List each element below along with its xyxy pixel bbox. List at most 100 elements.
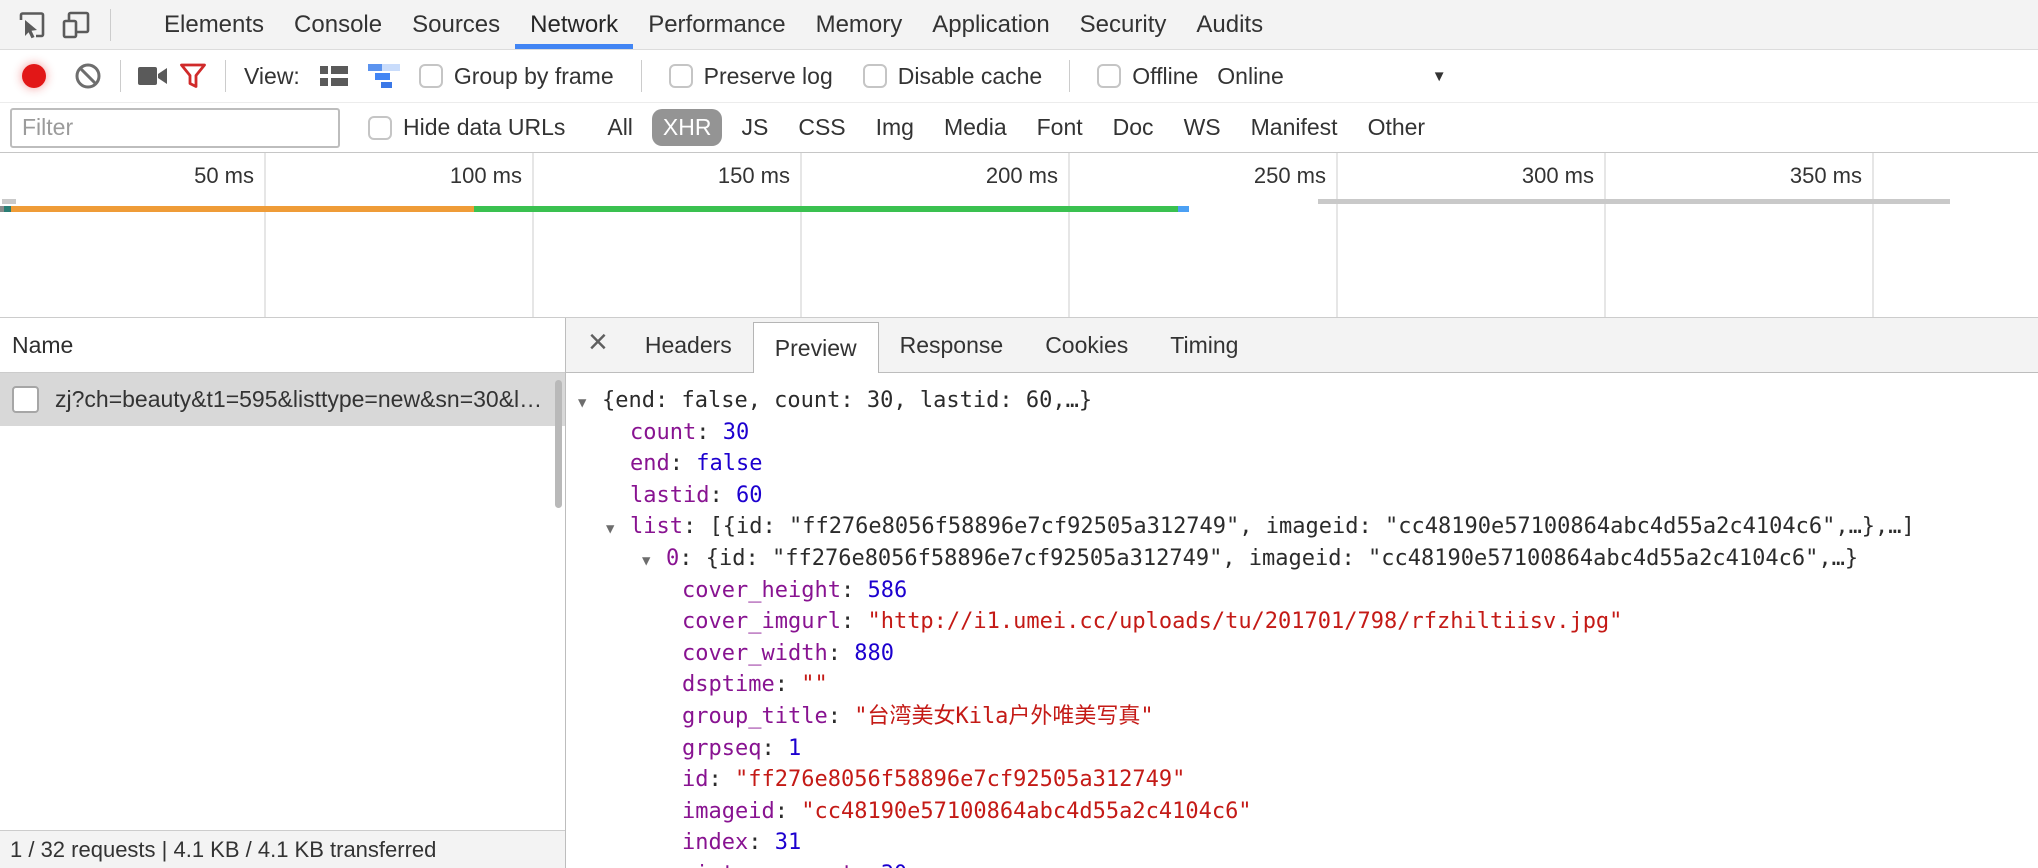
json-value: false: [696, 451, 762, 476]
tree-row-0[interactable]: ▼0: {id: "ff276e8056f58896e7cf92505a3127…: [566, 543, 2038, 575]
tab-security[interactable]: Security: [1065, 0, 1182, 49]
expander-icon[interactable]: ▼: [642, 546, 666, 578]
filter-type-css[interactable]: CSS: [787, 109, 856, 146]
detail-tabs: × HeadersPreviewResponseCookiesTiming: [566, 318, 2038, 373]
ruler-label: 350 ms: [1790, 163, 1872, 189]
preserve-log-toggle[interactable]: Preserve log: [669, 63, 833, 90]
json-key: grpseq: [682, 736, 761, 761]
tab-performance[interactable]: Performance: [633, 0, 800, 49]
offline-toggle[interactable]: Offline: [1097, 63, 1198, 90]
tree-row-picture-count[interactable]: picture_count: 30: [566, 859, 2038, 868]
toolbar-separator: [110, 9, 111, 41]
preserve-log-checkbox[interactable]: [669, 64, 693, 88]
overview-timeline[interactable]: 50 ms100 ms150 ms200 ms250 ms300 ms350 m…: [0, 153, 2038, 318]
close-icon[interactable]: ×: [588, 325, 608, 359]
tab-application[interactable]: Application: [917, 0, 1064, 49]
json-value: 30: [723, 420, 750, 445]
tree-row-lastid[interactable]: lastid: 60: [566, 480, 2038, 512]
tree-row-dsptime[interactable]: dsptime: "": [566, 669, 2038, 701]
inspect-element-icon[interactable]: [10, 3, 54, 47]
throttling-select[interactable]: Online: [1217, 63, 1283, 90]
ruler-label: 50 ms: [194, 163, 264, 189]
tab-memory[interactable]: Memory: [801, 0, 918, 49]
json-key: index: [682, 830, 748, 855]
filter-bar: Hide data URLs AllXHRJSCSSImgMediaFontDo…: [0, 103, 2038, 153]
filter-type-xhr[interactable]: XHR: [652, 109, 723, 146]
requests-summary: 1 / 32 requests | 4.1 KB / 4.1 KB transf…: [10, 837, 436, 863]
tab-sources[interactable]: Sources: [397, 0, 515, 49]
tree-row-root[interactable]: ▼{end: false, count: 30, lastid: 60,…}: [566, 385, 2038, 417]
json-key: imageid: [682, 799, 775, 824]
expander-icon[interactable]: ▼: [606, 514, 630, 546]
json-colon: :: [696, 420, 723, 445]
status-bar: 1 / 32 requests | 4.1 KB / 4.1 KB transf…: [0, 830, 565, 868]
filter-type-img[interactable]: Img: [865, 109, 925, 146]
filter-type-js[interactable]: JS: [730, 109, 779, 146]
request-checkbox[interactable]: [12, 386, 39, 413]
tree-row-group-title[interactable]: group_title: "台湾美女Kila户外唯美写真": [566, 701, 2038, 733]
json-value: 60: [736, 483, 763, 508]
filmstrip-camera-icon[interactable]: [133, 56, 173, 96]
tree-row-id[interactable]: id: "ff276e8056f58896e7cf92505a312749": [566, 764, 2038, 796]
filter-type-other[interactable]: Other: [1357, 109, 1437, 146]
chevron-down-icon[interactable]: ▼: [1432, 68, 1447, 85]
filter-type-manifest[interactable]: Manifest: [1240, 109, 1349, 146]
detail-tab-response[interactable]: Response: [879, 318, 1025, 372]
ruler-gridline: [1336, 153, 1338, 317]
detail-tab-timing[interactable]: Timing: [1149, 318, 1259, 372]
tree-row-cover-height[interactable]: cover_height: 586: [566, 575, 2038, 607]
json-key: picture_count: [682, 862, 854, 868]
tree-row-end[interactable]: end: false: [566, 448, 2038, 480]
waterfall-view-icon[interactable]: [364, 56, 404, 96]
expander-icon[interactable]: ▼: [578, 388, 602, 420]
device-toolbar-icon[interactable]: [54, 3, 98, 47]
tree-row-imageid[interactable]: imageid: "cc48190e57100864abc4d55a2c4104…: [566, 796, 2038, 828]
request-row[interactable]: zj?ch=beauty&t1=595&listtype=new&sn=30&l…: [0, 373, 565, 426]
detail-tab-cookies[interactable]: Cookies: [1024, 318, 1149, 372]
name-column-header[interactable]: Name: [0, 318, 565, 373]
filter-funnel-icon[interactable]: [173, 56, 213, 96]
json-colon: :: [841, 609, 868, 634]
tree-row-index[interactable]: index: 31: [566, 827, 2038, 859]
detail-panel: × HeadersPreviewResponseCookiesTiming ▼{…: [566, 318, 2038, 868]
filter-type-doc[interactable]: Doc: [1102, 109, 1165, 146]
offline-checkbox[interactable]: [1097, 64, 1121, 88]
tree-row-grpseq[interactable]: grpseq: 1: [566, 733, 2038, 765]
main-toolbar: View: Group by frame Preserve log: [0, 50, 2038, 103]
scrollbar-thumb[interactable]: [555, 380, 562, 508]
filter-type-all[interactable]: All: [596, 109, 644, 146]
json-colon: :: [775, 799, 802, 824]
tab-network[interactable]: Network: [515, 0, 633, 49]
group-by-frame-checkbox[interactable]: [419, 64, 443, 88]
json-colon: :: [709, 483, 736, 508]
hide-data-urls-checkbox[interactable]: [368, 116, 392, 140]
tree-row-cover-imgurl[interactable]: cover_imgurl: "http://i1.umei.cc/uploads…: [566, 606, 2038, 638]
filter-type-font[interactable]: Font: [1026, 109, 1094, 146]
disable-cache-toggle[interactable]: Disable cache: [863, 63, 1042, 90]
tab-console[interactable]: Console: [279, 0, 397, 49]
detail-tab-preview[interactable]: Preview: [753, 322, 879, 373]
list-view-icon[interactable]: [314, 56, 354, 96]
tab-audits[interactable]: Audits: [1181, 0, 1278, 49]
filter-input[interactable]: [10, 108, 340, 148]
hide-data-urls-toggle[interactable]: Hide data URLs: [368, 114, 565, 141]
tree-row-count[interactable]: count: 30: [566, 417, 2038, 449]
clear-icon[interactable]: [68, 56, 108, 96]
filter-type-ws[interactable]: WS: [1173, 109, 1232, 146]
request-bar-download: [474, 206, 1178, 212]
json-value: 30: [881, 862, 908, 868]
tab-elements[interactable]: Elements: [149, 0, 279, 49]
disable-cache-label: Disable cache: [898, 63, 1042, 90]
tree-row-cover-width[interactable]: cover_width: 880: [566, 638, 2038, 670]
preserve-log-label: Preserve log: [704, 63, 833, 90]
disable-cache-checkbox[interactable]: [863, 64, 887, 88]
group-by-frame-toggle[interactable]: Group by frame: [419, 63, 614, 90]
detail-tab-headers[interactable]: Headers: [624, 318, 753, 372]
json-value: "http://i1.umei.cc/uploads/tu/201701/798…: [867, 609, 1622, 634]
filter-type-media[interactable]: Media: [933, 109, 1018, 146]
record-button[interactable]: [22, 64, 46, 88]
tree-row-list[interactable]: ▼list: [{id: "ff276e8056f58896e7cf92505a…: [566, 511, 2038, 543]
toolbar-separator: [1069, 60, 1070, 92]
toolbar-separator: [225, 60, 226, 92]
json-key: end: [630, 451, 670, 476]
